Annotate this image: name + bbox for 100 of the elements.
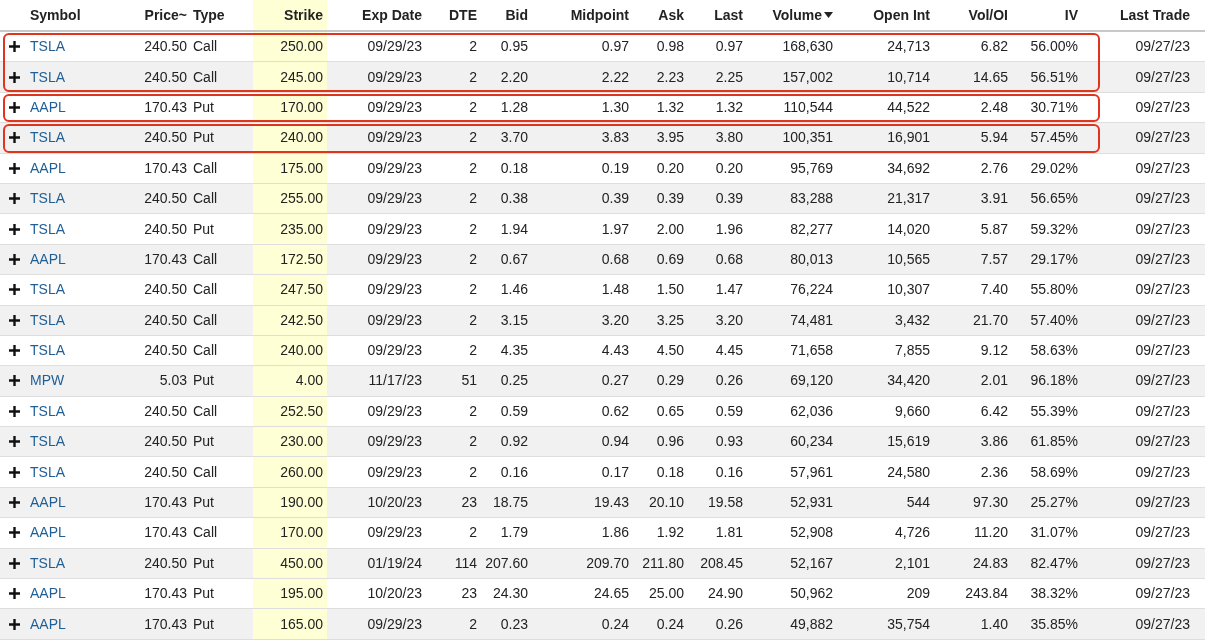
table-cell-text: 3,432: [894, 310, 930, 330]
column-header[interactable]: Type: [193, 4, 225, 26]
table-cell-text: 24.90: [707, 584, 743, 604]
table-cell-text: 170.43: [144, 158, 187, 178]
plus-icon[interactable]: [9, 588, 20, 600]
table-cell-text: 2: [469, 219, 477, 239]
table-cell-text: 2,101: [894, 553, 930, 573]
symbol-link[interactable]: TSLA: [30, 552, 65, 574]
symbol-link[interactable]: TSLA: [30, 218, 65, 240]
table-cell-text: 0.68: [715, 249, 743, 269]
symbol-link[interactable]: TSLA: [30, 431, 65, 453]
column-header[interactable]: Vol/OI: [968, 4, 1008, 26]
column-header[interactable]: Exp Date: [362, 4, 422, 26]
table-cell-text: 4.35: [500, 341, 528, 361]
table-cell-text: 10/20/23: [367, 493, 422, 513]
symbol-link[interactable]: TSLA: [30, 66, 65, 88]
plus-icon[interactable]: [9, 527, 20, 539]
column-header[interactable]: Midpoint: [570, 4, 629, 26]
symbol-link[interactable]: AAPL: [30, 583, 66, 605]
symbol-link[interactable]: TSLA: [30, 461, 65, 483]
plus-icon[interactable]: [9, 436, 20, 448]
plus-icon[interactable]: [9, 284, 20, 296]
symbol-link[interactable]: TSLA: [30, 127, 65, 149]
plus-icon[interactable]: [9, 193, 20, 205]
table-cell-text: 9,660: [894, 401, 930, 421]
column-header[interactable]: Ask: [658, 4, 684, 26]
table-cell-text: 260.00: [280, 462, 323, 482]
plus-icon[interactable]: [9, 162, 20, 174]
table-cell-text: 3.25: [656, 310, 684, 330]
table-cell-text: 1.81: [715, 523, 743, 543]
symbol-link[interactable]: AAPL: [30, 492, 66, 514]
plus-icon[interactable]: [9, 405, 20, 417]
column-header[interactable]: Symbol: [30, 4, 81, 26]
symbol-link[interactable]: AAPL: [30, 96, 66, 118]
column-header[interactable]: Bid: [505, 4, 528, 26]
table-cell-text: 2: [469, 401, 477, 421]
plus-icon[interactable]: [9, 618, 20, 630]
table-cell-text: 0.29: [656, 371, 684, 391]
table-cell-text: 252.50: [280, 401, 323, 421]
table-cell-text: 170.00: [280, 523, 323, 543]
table-cell-text: Call: [193, 249, 218, 269]
plus-icon[interactable]: [9, 132, 20, 144]
plus-icon[interactable]: [9, 345, 20, 357]
symbol-link[interactable]: TSLA: [30, 400, 65, 422]
symbol-link[interactable]: TSLA: [30, 340, 65, 362]
table-cell-text: 9.12: [980, 341, 1008, 361]
table-cell-text: 2.00: [656, 219, 684, 239]
table-cell-text: 6.82: [980, 37, 1008, 57]
table-cell-text: 0.27: [601, 371, 629, 391]
table-cell-text: 57.45%: [1030, 128, 1078, 148]
column-header[interactable]: Open Int: [873, 4, 930, 26]
column-header[interactable]: Price~: [144, 4, 187, 26]
plus-icon[interactable]: [9, 314, 20, 326]
symbol-link[interactable]: TSLA: [30, 309, 65, 331]
table-cell-text: 3.95: [656, 128, 684, 148]
table-cell-text: 2: [469, 432, 477, 452]
table-cell-text: Call: [193, 67, 218, 87]
table-cell-text: 24.30: [492, 584, 528, 604]
plus-icon[interactable]: [9, 253, 20, 265]
table-cell-text: 25.00: [648, 584, 684, 604]
table-cell-text: 09/29/23: [367, 401, 422, 421]
symbol-link[interactable]: AAPL: [30, 613, 66, 635]
plus-icon[interactable]: [9, 375, 20, 387]
plus-icon[interactable]: [9, 71, 20, 83]
column-header[interactable]: DTE: [449, 4, 477, 26]
column-header[interactable]: Last: [714, 4, 743, 26]
table-cell-text: 18.75: [492, 493, 528, 513]
table-cell-text: 0.62: [601, 401, 629, 421]
plus-icon[interactable]: [9, 223, 20, 235]
symbol-link[interactable]: TSLA: [30, 36, 65, 58]
symbol-link[interactable]: AAPL: [30, 248, 66, 270]
column-header[interactable]: Volume: [772, 4, 833, 26]
plus-icon[interactable]: [9, 101, 20, 113]
plus-icon[interactable]: [9, 466, 20, 478]
plus-icon[interactable]: [9, 497, 20, 509]
symbol-link[interactable]: TSLA: [30, 279, 65, 301]
table-cell-text: 09/27/23: [1135, 371, 1190, 391]
table-cell-text: 240.00: [280, 341, 323, 361]
table-cell-text: Call: [193, 523, 218, 543]
symbol-link[interactable]: AAPL: [30, 522, 66, 544]
symbol-link[interactable]: TSLA: [30, 188, 65, 210]
plus-icon[interactable]: [9, 557, 20, 569]
column-header[interactable]: Last Trade: [1119, 4, 1190, 26]
table-cell-text: 09/29/23: [367, 341, 422, 361]
table-cell-text: 2.23: [656, 67, 684, 87]
plus-icon[interactable]: [9, 41, 20, 53]
column-header[interactable]: IV: [1064, 4, 1078, 26]
table-cell-text: 2: [469, 128, 477, 148]
table-cell-text: 09/29/23: [367, 158, 422, 178]
table-cell-text: 235.00: [280, 219, 323, 239]
table-cell-text: 09/29/23: [367, 280, 422, 300]
table-cell-text: 230.00: [280, 432, 323, 452]
table-cell-text: 58.63%: [1030, 341, 1078, 361]
symbol-link[interactable]: MPW: [30, 370, 65, 392]
table-cell-text: 09/29/23: [367, 67, 422, 87]
table-cell-text: 0.93: [715, 432, 743, 452]
table-cell-text: Put: [193, 219, 214, 239]
table-cell-text: 09/27/23: [1135, 310, 1190, 330]
table-cell-text: 5.94: [980, 128, 1008, 148]
symbol-link[interactable]: AAPL: [30, 157, 66, 179]
